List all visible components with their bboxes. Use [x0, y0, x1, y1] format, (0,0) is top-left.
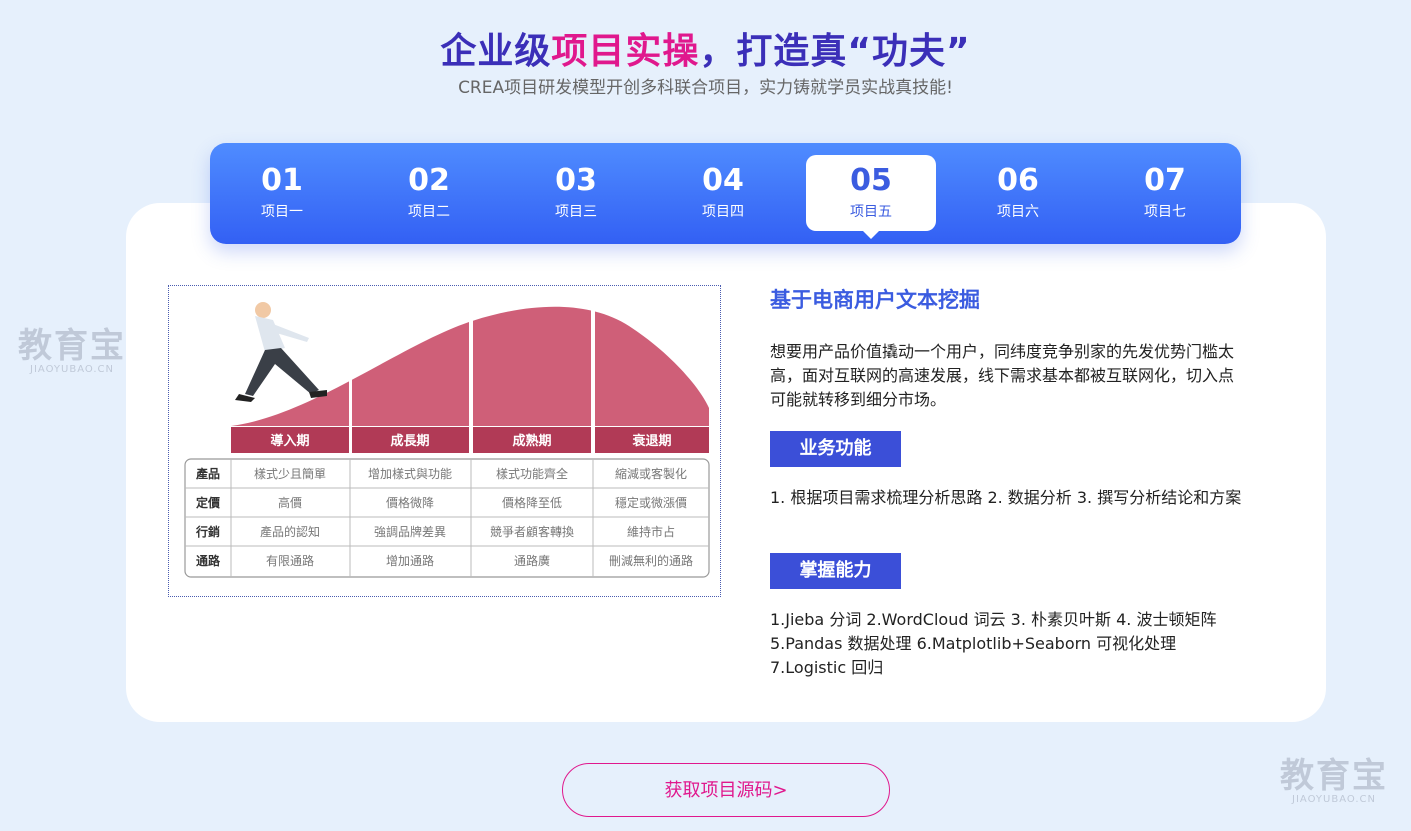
watermark-text: 教育宝 — [1280, 756, 1388, 796]
table-row-head: 定價 — [196, 495, 221, 510]
table-cell: 增加通路 — [386, 553, 434, 568]
table-cell: 有限通路 — [266, 553, 314, 568]
table-cell: 樣式功能齊全 — [496, 466, 568, 481]
skills-text: 1.Jieba 分词 2.WordCloud 词云 3. 朴素贝叶斯 4. 波士… — [770, 610, 1217, 677]
running-man-icon — [235, 302, 327, 402]
tab-label: 项目五 — [850, 204, 892, 220]
stage-label: 成長期 — [390, 433, 429, 449]
business-function-text: 1. 根据项目需求梳理分析思路 2. 数据分析 3. 撰写分析结论和方案 — [770, 488, 1242, 507]
tab-number: 01 — [261, 163, 303, 198]
project-title: 基于电商用户文本挖掘 — [770, 288, 980, 312]
lifecycle-table: 產品 樣式少且簡單 增加樣式與功能 樣式功能齊全 縮減或客製化 定價 高價 價格… — [184, 458, 710, 578]
tab-number: 07 — [1144, 163, 1186, 198]
table-cell: 維持市占 — [627, 524, 675, 539]
tab-label: 项目七 — [1144, 204, 1186, 220]
table-cell: 強調品牌差異 — [374, 525, 446, 539]
tab-project-6[interactable]: 06 项目六 — [953, 155, 1083, 231]
tab-label: 项目三 — [555, 204, 597, 220]
table-cell: 價格降至低 — [502, 495, 562, 510]
watermark-url: JIAOYUBAO.CN — [30, 364, 114, 375]
tab-number: 05 — [850, 163, 892, 198]
watermark-logo: 教育宝 JIAOYUBAO.CN — [1280, 758, 1388, 805]
lifecycle-illustration: 導入期 成長期 成熟期 衰退期 產品 樣式少且簡單 增加樣式與功能 樣式功能齊全… — [184, 302, 710, 578]
table-row-head: 產品 — [195, 466, 220, 481]
stage-label: 成熟期 — [512, 433, 551, 449]
lifecycle-curve — [231, 306, 709, 426]
skills-tag: 掌握能力 — [770, 553, 901, 589]
tab-project-2[interactable]: 02 项目二 — [364, 155, 494, 231]
tab-project-3[interactable]: 03 项目三 — [511, 155, 641, 231]
business-function-tag: 业务功能 — [770, 431, 901, 467]
watermark-text: 教育宝 — [18, 326, 126, 366]
tab-number: 06 — [997, 163, 1039, 198]
project-tabs: 01 项目一 02 项目二 03 项目三 04 项目四 05 项目五 06 项目六 07 项目… — [210, 143, 1241, 244]
stage-label: 衰退期 — [631, 433, 671, 449]
table-cell: 穩定或微漲價 — [615, 495, 687, 510]
get-source-code-button[interactable]: 获取项目源码> — [562, 763, 890, 817]
watermark-url: JIAOYUBAO.CN — [1292, 794, 1376, 805]
tab-number: 04 — [702, 163, 744, 198]
tab-label: 项目四 — [702, 204, 744, 220]
tab-project-7[interactable]: 07 项目七 — [1100, 155, 1230, 231]
table-cell: 通路廣 — [514, 553, 550, 568]
tab-project-1[interactable]: 01 项目一 — [217, 155, 347, 231]
page-title: 企业级项目实操，打造真“功夫” — [440, 31, 971, 72]
tab-project-5[interactable]: 05 项目五 — [806, 155, 936, 239]
table-cell: 增加樣式與功能 — [368, 466, 452, 481]
tab-label: 项目六 — [997, 204, 1039, 220]
table-cell: 競爭者顧客轉換 — [490, 524, 574, 539]
tab-number: 03 — [555, 163, 597, 198]
table-row-head: 行銷 — [195, 524, 220, 539]
tab-number: 02 — [408, 163, 450, 198]
table-cell: 刪減無利的通路 — [609, 553, 693, 568]
table-cell: 縮減或客製化 — [615, 466, 687, 481]
tab-label: 项目二 — [408, 204, 450, 220]
tab-label: 项目一 — [261, 204, 303, 220]
tab-project-4[interactable]: 04 项目四 — [658, 155, 788, 231]
table-cell: 樣式少且簡單 — [254, 466, 326, 481]
product-lifecycle-figure: 導入期 成長期 成熟期 衰退期 產品 樣式少且簡單 增加樣式與功能 樣式功能齊全… — [168, 285, 721, 597]
page-subtitle: CREA项目研发模型开创多科联合项目，实力铸就学员实战真技能! — [458, 78, 953, 98]
table-cell: 產品的認知 — [260, 524, 320, 539]
stage-label: 導入期 — [270, 433, 309, 449]
watermark-logo: 教育宝 JIAOYUBAO.CN — [18, 328, 126, 375]
project-description: 想要用产品价值撬动一个用户，同纬度竞争别家的先发优势门槛太高，面对互联网的高速发… — [770, 342, 1235, 409]
table-row-head: 通路 — [196, 553, 221, 568]
table-cell: 高價 — [278, 495, 302, 510]
table-cell: 價格微降 — [386, 495, 434, 510]
